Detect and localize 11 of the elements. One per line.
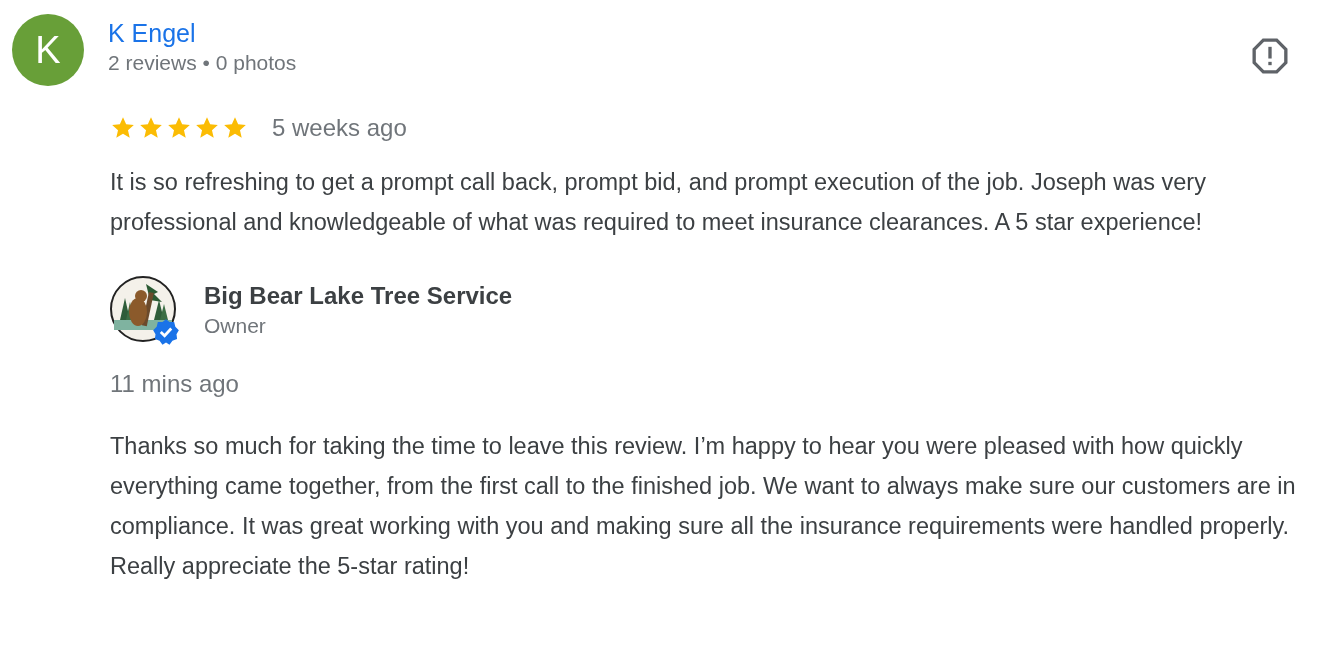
owner-role: Owner [204,313,267,339]
report-icon[interactable] [1250,36,1290,76]
reviewer-stats: 2 reviews • 0 photos [108,50,298,76]
reply-text: Thanks so much for taking the time to leave this review. I’m happy to hear you were pleased with how quickly everything came together, from the first call to the finished job. We want to always make sure our customers are in compliance. It was great working with you and making sure all the insurance requirements were handled properly. Really appreciate the 5-star rating! [110,432,1297,581]
review-time: 5 weeks ago [272,113,407,143]
reply-time: 11 mins ago [110,369,240,399]
reviewer-name[interactable]: K Engel [108,18,1250,48]
business-logo [110,276,176,342]
avatar[interactable]: K [12,14,84,86]
review-text: It is so refreshing to get a prompt call back, prompt bid, and prompt execution of the job. Joseph was very professional and knowledgeable of what was required to meet insurance clearances. A 5 star experience! [110,168,1207,237]
owner-name: Big Bear Lake Tree Service [204,281,513,311]
